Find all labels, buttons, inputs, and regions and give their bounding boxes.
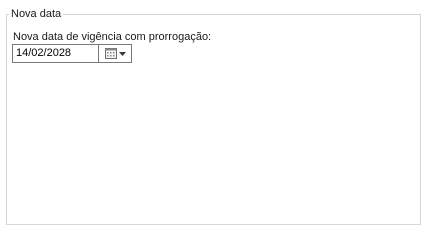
groupbox-title: Nova data	[9, 7, 64, 21]
new-validity-date-picker[interactable]: 14/02/2028	[12, 44, 132, 63]
calendar-dropdown-button[interactable]	[98, 45, 131, 62]
calendar-icon	[104, 48, 117, 59]
chevron-down-icon	[118, 51, 126, 56]
dialog-panel: Nova data Nova data de vigência com pror…	[0, 0, 425, 229]
date-input[interactable]: 14/02/2028	[13, 45, 98, 62]
new-validity-date-label: Nova data de vigência com prorrogação:	[13, 31, 212, 43]
